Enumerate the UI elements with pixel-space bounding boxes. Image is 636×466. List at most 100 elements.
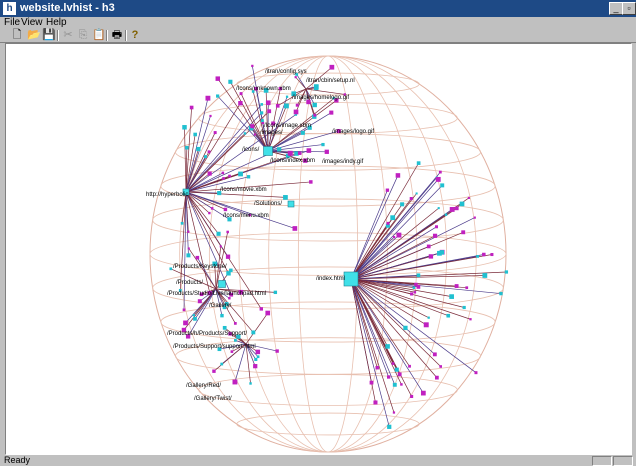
- graph-node: [234, 322, 237, 325]
- graph-node: [465, 286, 468, 289]
- graph-edge: [351, 279, 476, 373]
- node-label[interactable]: /Gallery/Twist/: [194, 396, 232, 402]
- graph-node: [216, 76, 220, 80]
- node-label[interactable]: /Products/Studio/Live/launchpad.html: [167, 291, 266, 297]
- graph-node: [234, 339, 237, 342]
- graph-node: [188, 247, 190, 249]
- graph-node: [238, 172, 243, 177]
- graph-node: [277, 147, 281, 151]
- graph-node: [460, 202, 465, 207]
- toolbar-separator: [125, 30, 127, 41]
- graph-edge: [268, 89, 280, 151]
- graph-node: [463, 306, 466, 309]
- graph-node: [198, 299, 202, 303]
- help-icon[interactable]: ?: [129, 29, 141, 41]
- copy-icon: ⎘: [77, 29, 89, 41]
- graph-node: [387, 425, 391, 429]
- graph-edge: [186, 133, 245, 192]
- graph-node: [396, 173, 401, 178]
- node-label[interactable]: /Products/Support/support.html: [173, 344, 256, 350]
- graph-node: [261, 119, 264, 122]
- print-icon[interactable]: 🖶: [111, 29, 123, 41]
- graph-node: [455, 284, 459, 288]
- graph-node: [223, 326, 227, 330]
- node-label[interactable]: http://hyperbolic: [146, 192, 188, 198]
- graph-node: [196, 256, 200, 260]
- node-label[interactable]: /Gallery/: [209, 303, 232, 309]
- graph-node: [421, 391, 426, 396]
- status-text: Ready: [4, 455, 30, 465]
- node-label[interactable]: /images/indy.gif: [322, 159, 364, 165]
- graph-node: [436, 177, 441, 182]
- graph-node: [417, 273, 421, 277]
- graph-node: [260, 103, 263, 106]
- graph-node: [440, 250, 444, 254]
- graph-node: [228, 80, 232, 84]
- node-label[interactable]: /Gallery/Red/: [186, 383, 221, 389]
- graph-node: [266, 100, 271, 105]
- node-label[interactable]: /Products/h/Products/Support/: [167, 331, 247, 337]
- graph-node: [196, 147, 200, 151]
- graph-node: [393, 236, 395, 238]
- save-icon[interactable]: 💾: [42, 29, 54, 41]
- menu-file[interactable]: File: [4, 17, 20, 29]
- graph-node: [226, 255, 230, 259]
- graph-node: [190, 106, 194, 110]
- node-label[interactable]: /index.html: [316, 276, 345, 282]
- new-file-icon[interactable]: 🗋: [11, 29, 23, 41]
- graph-node: [499, 292, 502, 295]
- graph-node: [209, 115, 211, 117]
- graph-node: [386, 189, 389, 192]
- graph-node: [446, 314, 450, 318]
- graph-node: [400, 202, 404, 206]
- graph-node: [469, 318, 471, 320]
- graph-node: [249, 382, 251, 384]
- graph-node: [313, 114, 316, 117]
- graph-node: [385, 344, 390, 349]
- restore-button[interactable]: ▫: [622, 2, 636, 15]
- graph-node: [416, 192, 418, 194]
- graph-node: [476, 255, 479, 258]
- hyperbolic-graph[interactable]: /itran/config.sys /itran/cbin/setup.nl /…: [6, 44, 631, 454]
- node-label[interactable]: /images/logo.gif: [332, 129, 374, 135]
- node-label[interactable]: /icons/: [242, 147, 260, 153]
- graph-node: [293, 226, 298, 231]
- graph-node: [312, 103, 316, 107]
- open-folder-icon[interactable]: 📂: [27, 29, 39, 41]
- node-label[interactable]: /Icons/movie.xbm: [220, 187, 267, 193]
- node-label[interactable]: /itran/cbin/setup.nl: [306, 78, 355, 84]
- graph-node: [276, 104, 280, 108]
- graph-node: [370, 381, 374, 385]
- graph-node: [439, 171, 442, 174]
- node-label[interactable]: /Products/: [176, 280, 203, 286]
- graph-node: [309, 180, 312, 183]
- graph-node: [211, 207, 214, 210]
- node-label[interactable]: /itran/config.sys: [265, 69, 307, 75]
- node-label[interactable]: /Solutions/: [254, 201, 282, 207]
- graph-node: [251, 330, 255, 334]
- menu-view[interactable]: View: [21, 17, 43, 29]
- hub-node: [219, 281, 226, 288]
- graph-node: [429, 254, 433, 258]
- node-label[interactable]: /Icons/index.xbm: [270, 158, 315, 164]
- minimize-button[interactable]: _: [609, 2, 623, 15]
- graph-node: [231, 350, 234, 353]
- graph-node: [435, 376, 439, 380]
- node-label[interactable]: /Icons/menu.xbm: [223, 213, 269, 219]
- graph-node: [329, 111, 333, 115]
- graph-node: [229, 269, 233, 273]
- node-label[interactable]: /images/homelogo.gif: [292, 95, 349, 101]
- node-label[interactable]: /Icons/image.xbm: [264, 123, 311, 129]
- longitude-line: [239, 56, 417, 452]
- node-label[interactable]: /Icons/unknown.xbm: [236, 86, 291, 92]
- graph-node: [414, 291, 416, 293]
- menu-help[interactable]: Help: [46, 17, 67, 29]
- graph-node: [254, 133, 256, 135]
- graph-node: [417, 161, 421, 165]
- latitude-line: [237, 413, 420, 435]
- graph-node: [435, 225, 438, 228]
- graph-canvas[interactable]: /itran/config.sys /itran/cbin/setup.nl /…: [5, 43, 632, 455]
- graph-node: [233, 380, 238, 385]
- node-label[interactable]: /Products/Keystone/: [173, 264, 227, 270]
- node-label[interactable]: /images/: [260, 130, 283, 136]
